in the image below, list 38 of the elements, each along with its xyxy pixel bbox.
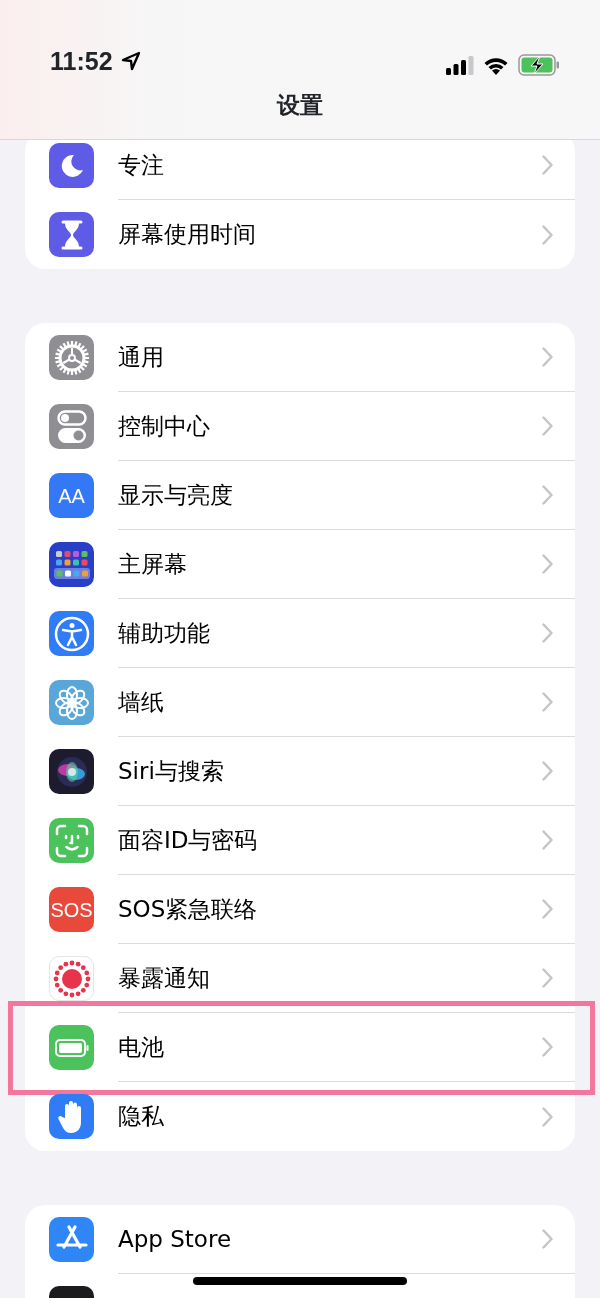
chevron-icon — [542, 899, 553, 919]
text-icon: AA — [49, 473, 94, 518]
settings-item[interactable]: App Store — [25, 1205, 575, 1274]
signal-icon — [446, 55, 474, 75]
wifi-icon — [482, 55, 510, 75]
page-title: 设置 — [275, 91, 324, 120]
settings-item[interactable]: 通用 — [25, 323, 575, 392]
settings-item[interactable]: 主屏幕 — [25, 530, 575, 599]
chevron-icon — [542, 1229, 553, 1249]
settings-item[interactable]: 电池 — [25, 1013, 575, 1082]
chevron-icon — [542, 485, 553, 505]
settings-item[interactable]: 屏幕使用时间 — [25, 200, 575, 269]
chevron-icon — [542, 623, 553, 643]
chevron-icon — [542, 554, 553, 574]
chevron-icon — [542, 761, 553, 781]
chevron-icon — [542, 1106, 553, 1127]
settings-item[interactable]: 墙纸 — [25, 668, 575, 737]
settings-item[interactable]: Siri与搜索 — [25, 737, 575, 806]
status-time: 11:52 — [50, 45, 113, 77]
settings-item[interactable]: 辅助功能 — [25, 599, 575, 668]
chevron-icon — [542, 830, 553, 850]
location-arrow-icon — [120, 51, 141, 72]
settings-item[interactable]: 控制中心 — [25, 392, 575, 461]
settings-item[interactable]: 暴露通知 — [25, 944, 575, 1013]
chevron-icon — [542, 155, 553, 175]
chevron-icon — [542, 1037, 553, 1057]
settings-item[interactable]: 面容ID与密码 — [25, 806, 575, 875]
chevron-icon — [542, 347, 553, 367]
chevron-icon — [542, 968, 553, 988]
chevron-icon — [542, 692, 553, 712]
settings-item[interactable]: AA 显示与亮度 — [25, 461, 575, 530]
settings-item[interactable]: 隐私 — [25, 1082, 575, 1151]
chevron-icon — [542, 416, 553, 436]
text-icon: SOS — [49, 887, 94, 932]
settings-item[interactable]: SOS SOS紧急联络 — [25, 875, 575, 944]
chevron-icon — [542, 224, 553, 245]
battery-charging-icon — [518, 54, 560, 76]
settings-item[interactable]: 专注 — [25, 140, 575, 200]
